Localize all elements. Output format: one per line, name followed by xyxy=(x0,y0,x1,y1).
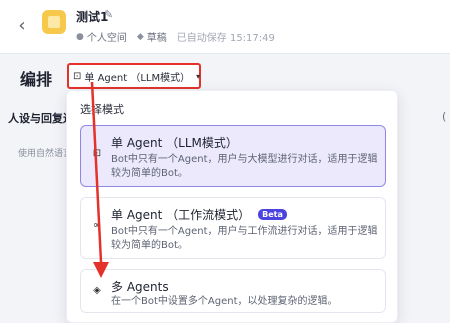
bot-meta: ● 个人空间 ◆ 草稿 已自动保存 15:17:49 xyxy=(76,29,275,45)
option-title: 单 Agent （LLM模式） xyxy=(111,136,238,150)
status-label: 草稿 xyxy=(146,33,167,44)
option-single-agent-llm[interactable]: ⊡ 单 Agent （LLM模式） Bot中只有一个Agent，用户与大模型进行… xyxy=(80,125,386,187)
caret-down-icon: ▾ xyxy=(196,71,201,81)
mode-select[interactable]: ⊡ 单 Agent （LLM模式） ▾ xyxy=(67,63,201,89)
user-icon: ● xyxy=(76,31,84,42)
option-title-text: 单 Agent （工作流模式） xyxy=(111,208,251,222)
option-title: 单 Agent （工作流模式） Beta xyxy=(111,206,287,223)
back-icon[interactable]: ‹ xyxy=(14,16,30,36)
persona-panel-hint: 使用自然语言 xyxy=(18,149,73,159)
bot-avatar xyxy=(42,10,66,34)
space-label: 个人空间 xyxy=(86,33,127,44)
multi-agent-icon: ◈ xyxy=(93,285,101,296)
workflow-icon: ∞ xyxy=(92,220,102,231)
mode-dropdown: 选择模式 ⊡ 单 Agent （LLM模式） Bot中只有一个Agent，用户与… xyxy=(66,90,398,323)
option-description: Bot中只有一个Agent，用户与大模型进行对话，适用于逻辑较为简单的Bot。 xyxy=(111,154,378,179)
option-description: Bot中只有一个Agent，用户与工作流进行对话，适用于逻辑较为简单的Bot。 xyxy=(111,226,378,251)
section-title: 编排 xyxy=(20,70,53,89)
dropdown-header: 选择模式 xyxy=(80,103,124,116)
draft-icon: ◆ xyxy=(136,31,144,42)
option-multi-agents[interactable]: ◈ 多 Agents 在一个Bot中设置多个Agent，以处理复杂的逻辑。 xyxy=(80,269,386,313)
agent-mode-icon: ⊡ xyxy=(73,70,82,82)
mode-select-value: 单 Agent （LLM模式） xyxy=(84,72,191,84)
option-title: 多 Agents xyxy=(111,280,169,294)
right-panel-edge: ( xyxy=(442,110,447,123)
option-description: 在一个Bot中设置多个Agent，以处理复杂的逻辑。 xyxy=(111,296,338,307)
top-bar: ‹ 测试1 ✎ ● 个人空间 ◆ 草稿 已自动保存 15:17:49 xyxy=(0,0,450,54)
edit-icon[interactable]: ✎ xyxy=(104,8,113,21)
beta-badge: Beta xyxy=(258,209,287,220)
persona-panel-title: 人设与回复逻 xyxy=(8,112,74,125)
agent-mode-icon: ⊡ xyxy=(92,148,102,159)
option-single-agent-workflow[interactable]: ∞ 单 Agent （工作流模式） Beta Bot中只有一个Agent，用户与… xyxy=(80,197,386,259)
autosave-status: 已自动保存 15:17:49 xyxy=(176,33,275,44)
